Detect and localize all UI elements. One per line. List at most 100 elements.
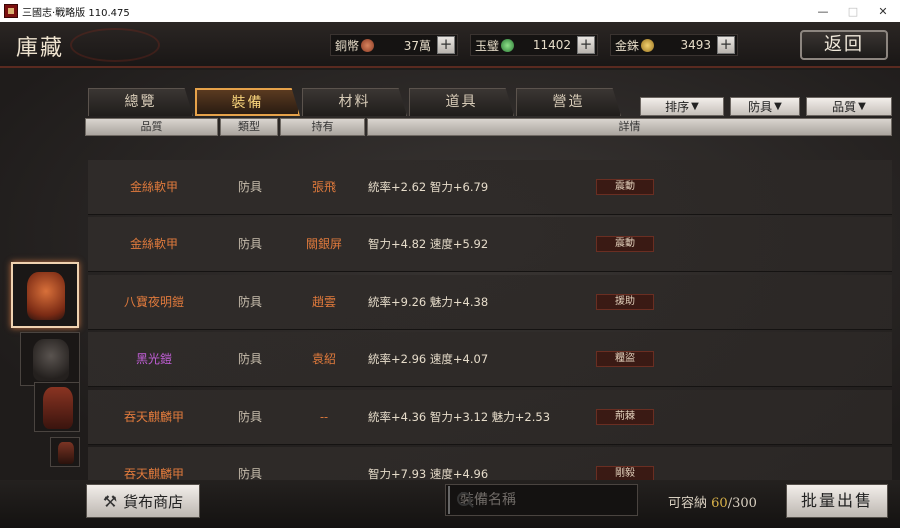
skill-badge: 荊棘: [596, 409, 654, 425]
add-copper-button[interactable]: +: [437, 36, 455, 54]
table-row[interactable]: 金絲軟甲 防具 張飛 統率+2.62 智力+6.79 震動: [88, 160, 892, 215]
skill-badge: 糧盜: [596, 351, 654, 367]
table-row[interactable]: 八寶夜明鎧 防具 趙雲 統率+9.26 魅力+4.38 援助: [88, 275, 892, 330]
gold-coin-icon: [641, 38, 655, 52]
item-owner: 趙雲: [311, 295, 336, 309]
equipment-list: 金絲軟甲 防具 張飛 統率+2.62 智力+6.79 震動 金絲軟甲 防具 關銀…: [88, 160, 892, 480]
tab-overview[interactable]: 總覽: [88, 88, 193, 116]
armor-icon: [33, 339, 69, 381]
column-header-details[interactable]: 詳情: [367, 118, 892, 136]
table-row[interactable]: 黑光鎧 防具 袁紹 統率+2.96 速度+4.07 糧盜: [88, 332, 892, 387]
add-gold-button[interactable]: +: [717, 36, 735, 54]
maximize-button[interactable]: □: [836, 0, 870, 22]
item-type: 防具: [237, 180, 262, 194]
table-row[interactable]: 金絲軟甲 防具 關銀屏 智力+4.82 速度+5.92 震動: [88, 217, 892, 272]
jade-label: 玉璧: [475, 38, 500, 53]
item-type: 防具: [237, 352, 262, 366]
window-titlebar: 三國志·戰略版 110.475 — □ ✕: [0, 0, 900, 22]
item-name: 吞天麒麟甲: [123, 410, 184, 424]
skill-badge: 震動: [596, 179, 654, 195]
quality-filter-dropdown[interactable]: 品質 ▼: [806, 97, 892, 116]
table-row[interactable]: 吞天麒麟甲 防具 -- 統率+4.36 智力+3.12 魅力+2.53 荊棘: [88, 390, 892, 445]
column-header-owner[interactable]: 持有: [280, 118, 365, 136]
storage-header: 庫藏 銅幣 37萬 + 玉璧 11402 + 金銖 3493 + 返回: [0, 22, 900, 68]
column-header-type[interactable]: 類型: [220, 118, 278, 136]
item-owner: 張飛: [311, 180, 336, 194]
item-type: 防具: [237, 237, 262, 251]
capacity-total: /300: [727, 496, 757, 511]
quality-filter-label: 品質: [832, 100, 857, 114]
armor-thumbnail[interactable]: [34, 382, 80, 432]
search-icon[interactable]: [448, 486, 471, 514]
chevron-down-icon: ▼: [691, 101, 699, 112]
capacity-used: 60: [711, 496, 728, 511]
armor-thumbnail[interactable]: [50, 437, 80, 467]
gold-amount: 3493: [680, 38, 711, 52]
item-name: 金絲軟甲: [129, 237, 178, 251]
item-owner: 袁紹: [311, 352, 336, 366]
decorative-swirl: [70, 28, 160, 62]
bottom-bar: ⚒ 貨布商店 可容納 60/300 批量出售: [0, 480, 900, 528]
item-stats: 統率+9.26 魅力+4.38: [368, 295, 489, 309]
capacity-indicator: 可容納 60/300: [668, 492, 757, 511]
gold-label: 金銖: [615, 38, 640, 53]
tab-materials[interactable]: 材料: [302, 88, 407, 116]
sort-dropdown[interactable]: 排序 ▼: [640, 97, 724, 116]
skill-badge: 援助: [596, 294, 654, 310]
item-stats: 統率+2.62 智力+6.79: [368, 180, 489, 194]
window-title: 三國志·戰略版 110.475: [22, 7, 130, 19]
tab-construction[interactable]: 營造: [516, 88, 621, 116]
item-owner: --: [319, 410, 329, 424]
copper-amount: 37萬: [403, 38, 431, 53]
item-owner: [280, 447, 368, 480]
shop-label: 貨布商店: [123, 492, 184, 511]
item-type: 防具: [237, 295, 262, 309]
search-input[interactable]: [450, 492, 637, 508]
copper-label: 銅幣: [335, 38, 360, 53]
type-filter-dropdown[interactable]: 防具 ▼: [730, 97, 800, 116]
currency-shop-button[interactable]: ⚒ 貨布商店: [86, 484, 200, 518]
item-owner: 關銀屏: [305, 237, 342, 251]
column-header-quality[interactable]: 品質: [85, 118, 218, 136]
copper-coin-icon: [361, 38, 375, 52]
chevron-down-icon: ▼: [858, 101, 866, 112]
armor-icon: [43, 387, 73, 429]
sort-label: 排序: [665, 100, 690, 114]
skill-badge: 剛毅: [596, 466, 654, 480]
batch-sell-button[interactable]: 批量出售: [786, 484, 888, 518]
item-type: 防具: [237, 467, 262, 480]
tab-items[interactable]: 道具: [409, 88, 514, 116]
item-stats: 智力+4.82 速度+5.92: [368, 237, 489, 251]
item-name: 八寶夜明鎧: [123, 295, 184, 309]
shop-icon: ⚒: [102, 491, 118, 511]
search-bar: [445, 484, 638, 516]
armor-thumbnail-selected[interactable]: [11, 262, 79, 328]
item-stats: 統率+4.36 智力+3.12 魅力+2.53: [368, 410, 551, 424]
tab-equipment[interactable]: 裝備: [195, 88, 300, 116]
back-button[interactable]: 返回: [800, 30, 888, 60]
armor-thumbnail[interactable]: [20, 332, 80, 386]
gold-currency: 金銖 3493 +: [610, 34, 738, 56]
armor-icon: [58, 442, 74, 464]
chevron-down-icon: ▼: [774, 101, 782, 112]
item-type: 防具: [237, 410, 262, 424]
copper-currency: 銅幣 37萬 +: [330, 34, 458, 56]
table-row[interactable]: 吞天麒麟甲 防具 智力+7.93 速度+4.96 剛毅: [88, 447, 892, 480]
capacity-label: 可容納: [668, 496, 708, 511]
minimize-button[interactable]: —: [806, 0, 840, 22]
jade-currency: 玉璧 11402 +: [470, 34, 598, 56]
item-name: 黑光鎧: [135, 352, 172, 366]
add-jade-button[interactable]: +: [577, 36, 595, 54]
app-icon: [4, 4, 18, 18]
item-name: 金絲軟甲: [129, 180, 178, 194]
armor-icon: [27, 272, 65, 320]
type-filter-label: 防具: [748, 100, 773, 114]
page-title: 庫藏: [16, 36, 65, 61]
jade-coin-icon: [501, 38, 515, 52]
item-stats: 統率+2.96 速度+4.07: [368, 352, 489, 366]
close-button[interactable]: ✕: [866, 0, 900, 22]
item-name: 吞天麒麟甲: [123, 467, 184, 480]
jade-amount: 11402: [532, 38, 571, 52]
storage-main: 總覽 裝備 材料 道具 營造 排序 ▼ 防具 ▼ 品質 ▼ 品質 類型 持有 詳…: [0, 70, 900, 480]
item-stats: 智力+7.93 速度+4.96: [368, 467, 489, 480]
